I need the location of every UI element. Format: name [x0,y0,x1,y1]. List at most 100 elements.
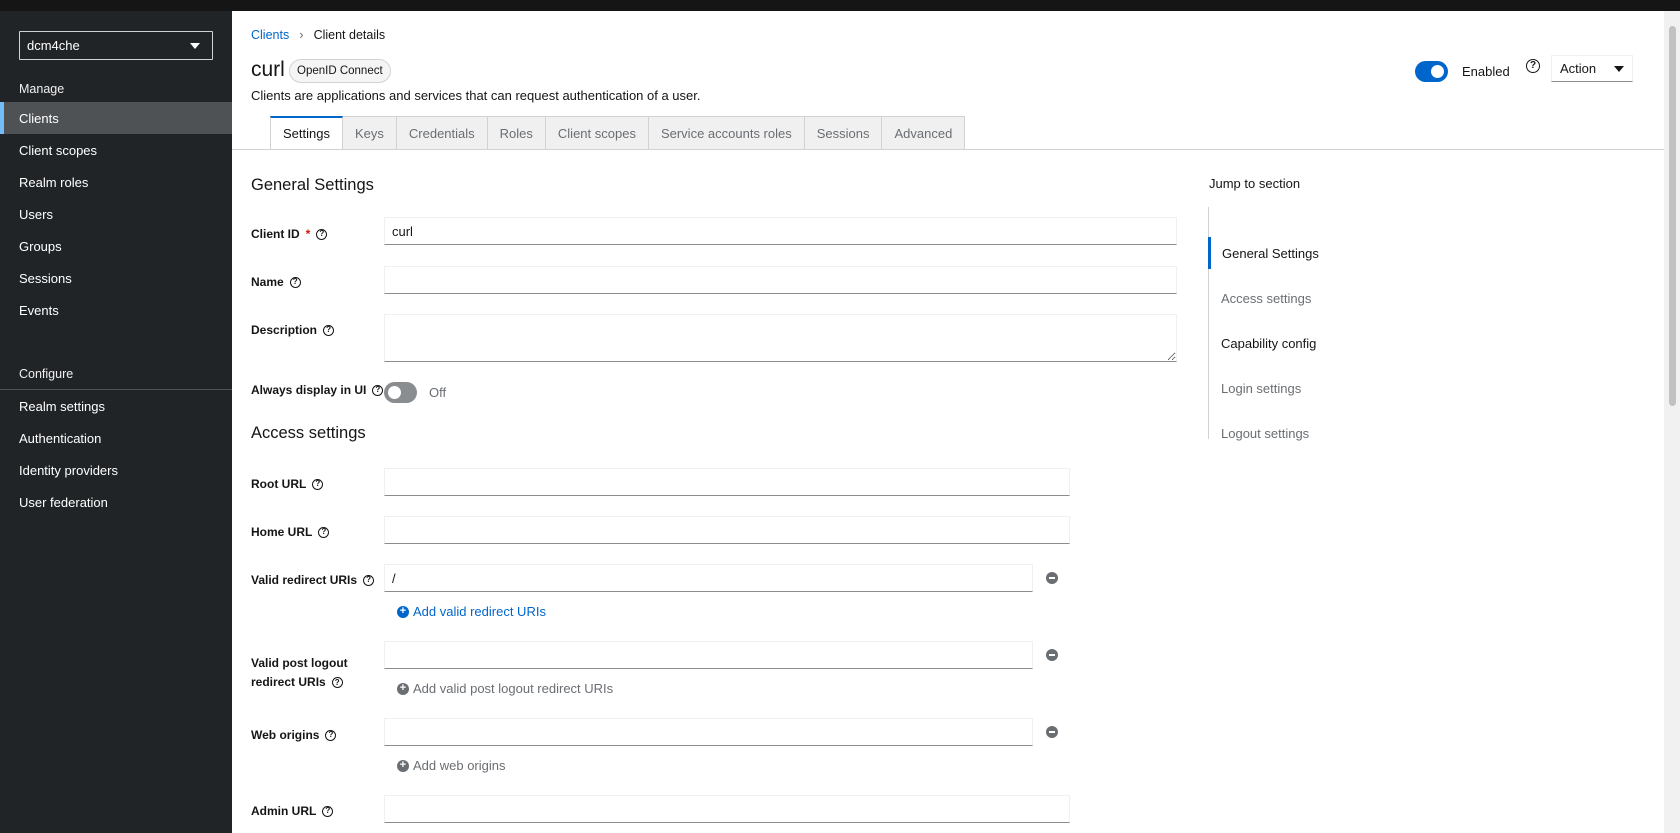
home-url-input[interactable] [384,516,1070,544]
name-label: Name ? [251,275,301,289]
admin-url-input[interactable] [384,795,1070,823]
tab-client-scopes[interactable]: Client scopes [545,116,649,149]
page-title: curl [251,58,285,81]
add-web-origin-button[interactable]: + Add web origins [397,758,506,773]
help-icon[interactable]: ? [363,574,375,586]
action-dropdown[interactable]: Action [1551,55,1633,82]
add-redirect-uri-label: Add valid redirect URIs [413,604,546,619]
name-label-text: Name [251,275,284,289]
sidebar-item-user-federation[interactable]: User federation [0,486,232,518]
valid-redirect-input[interactable]: / [384,564,1033,592]
toggle-knob [388,386,401,399]
sidebar-item-authentication[interactable]: Authentication [0,422,232,454]
sidebar: dcm4che Manage Clients Client scopes Rea… [0,11,232,833]
enabled-toggle[interactable] [1415,61,1448,82]
post-logout-label-line2: redirect URIs [251,675,326,689]
web-origins-input[interactable] [384,718,1033,746]
always-display-label: Always display in UI ? [251,383,384,397]
scrollbar-thumb[interactable] [1669,26,1676,406]
jump-link-capability-config[interactable]: Capability config [1209,327,1409,359]
caret-down-icon [1614,65,1624,72]
jump-link-login-settings[interactable]: Login settings [1209,372,1409,404]
web-origins-label: Web origins ? [251,728,337,742]
tab-keys[interactable]: Keys [342,116,397,149]
vertical-scrollbar[interactable] [1664,11,1680,833]
jump-to-section-title: Jump to section [1209,176,1301,191]
remove-redirect-icon[interactable] [1046,572,1058,584]
realm-selector[interactable]: dcm4che [19,31,213,60]
valid-redirect-label: Valid redirect URIs ? [251,573,375,587]
sidebar-item-realm-roles[interactable]: Realm roles [0,166,232,198]
page-subtitle: Clients are applications and services th… [251,88,701,103]
sidebar-item-sessions[interactable]: Sessions [0,262,232,294]
sidebar-item-events[interactable]: Events [0,294,232,326]
jump-link-logout-settings[interactable]: Logout settings [1209,417,1409,449]
tab-roles[interactable]: Roles [487,116,546,149]
help-icon[interactable]: ? [289,276,301,288]
help-icon[interactable]: ? [1526,59,1540,73]
always-display-label-text: Always display in UI [251,383,367,397]
breadcrumb-separator-icon: › [299,27,304,42]
realm-selector-label: dcm4che [27,38,80,53]
admin-url-label: Admin URL ? [251,804,334,818]
required-marker: * [305,227,311,241]
help-icon[interactable]: ? [325,729,337,741]
jump-to-section-list: General Settings Access settings Capabil… [1208,207,1409,441]
jump-link-access-settings[interactable]: Access settings [1209,282,1409,314]
post-logout-redirect-input[interactable] [384,641,1033,669]
access-settings-heading: Access settings [251,424,366,442]
remove-web-origin-icon[interactable] [1046,726,1058,738]
help-icon[interactable]: ? [316,228,328,240]
web-origins-label-text: Web origins [251,728,320,742]
add-post-logout-uri-button[interactable]: + Add valid post logout redirect URIs [397,681,613,696]
help-icon[interactable]: ? [372,384,384,396]
sidebar-item-client-scopes[interactable]: Client scopes [0,134,232,166]
breadcrumb-clients-link[interactable]: Clients [251,28,289,42]
general-settings-heading: General Settings [251,176,374,194]
tab-advanced[interactable]: Advanced [882,116,966,149]
help-icon[interactable]: ? [323,324,335,336]
sidebar-item-clients[interactable]: Clients [0,102,232,134]
add-redirect-uri-button[interactable]: + Add valid redirect URIs [397,604,546,619]
sidebar-item-users[interactable]: Users [0,198,232,230]
always-display-state: Off [429,385,447,400]
client-id-label: Client ID * ? [251,227,328,241]
action-dropdown-label: Action [1560,61,1597,76]
plus-circle-icon: + [397,605,409,618]
sidebar-item-groups[interactable]: Groups [0,230,232,262]
remove-post-logout-icon[interactable] [1046,649,1058,661]
toggle-knob [1431,65,1444,78]
help-icon[interactable]: ? [331,677,343,688]
tab-bar: Settings Keys Credentials Roles Client s… [270,116,966,149]
help-icon[interactable]: ? [312,478,324,490]
enabled-switch-group: Enabled [1415,61,1510,82]
admin-url-label-text: Admin URL [251,804,317,818]
root-url-input[interactable] [384,468,1070,496]
always-display-toggle[interactable] [384,382,417,403]
tab-settings[interactable]: Settings [270,116,343,149]
tab-service-accounts-roles[interactable]: Service accounts roles [648,116,805,149]
protocol-badge: OpenID Connect [289,59,391,83]
add-post-logout-uri-label: Add valid post logout redirect URIs [413,681,614,696]
valid-redirect-label-text: Valid redirect URIs [251,573,358,587]
description-label: Description ? [251,323,335,337]
plus-circle-icon: + [397,759,409,772]
top-bar [0,0,1680,11]
nav-section-configure: Configure [19,367,74,381]
home-url-label-text: Home URL [251,525,313,539]
help-icon[interactable]: ? [318,526,330,538]
help-icon[interactable]: ? [322,805,334,817]
enabled-label: Enabled [1462,64,1510,79]
sidebar-item-realm-settings[interactable]: Realm settings [0,390,232,422]
breadcrumb-current: Client details [313,27,386,42]
sidebar-item-identity-providers[interactable]: Identity providers [0,454,232,486]
post-logout-label-line2-wrap: redirect URIs ? [251,673,348,692]
client-id-input[interactable]: curl [384,217,1177,245]
name-input[interactable] [384,266,1177,294]
home-url-label: Home URL ? [251,525,330,539]
description-textarea[interactable] [384,314,1177,362]
jump-link-general-settings[interactable]: General Settings [1208,237,1408,269]
tab-credentials[interactable]: Credentials [396,116,488,149]
root-url-label-text: Root URL [251,477,307,491]
tab-sessions[interactable]: Sessions [804,116,883,149]
